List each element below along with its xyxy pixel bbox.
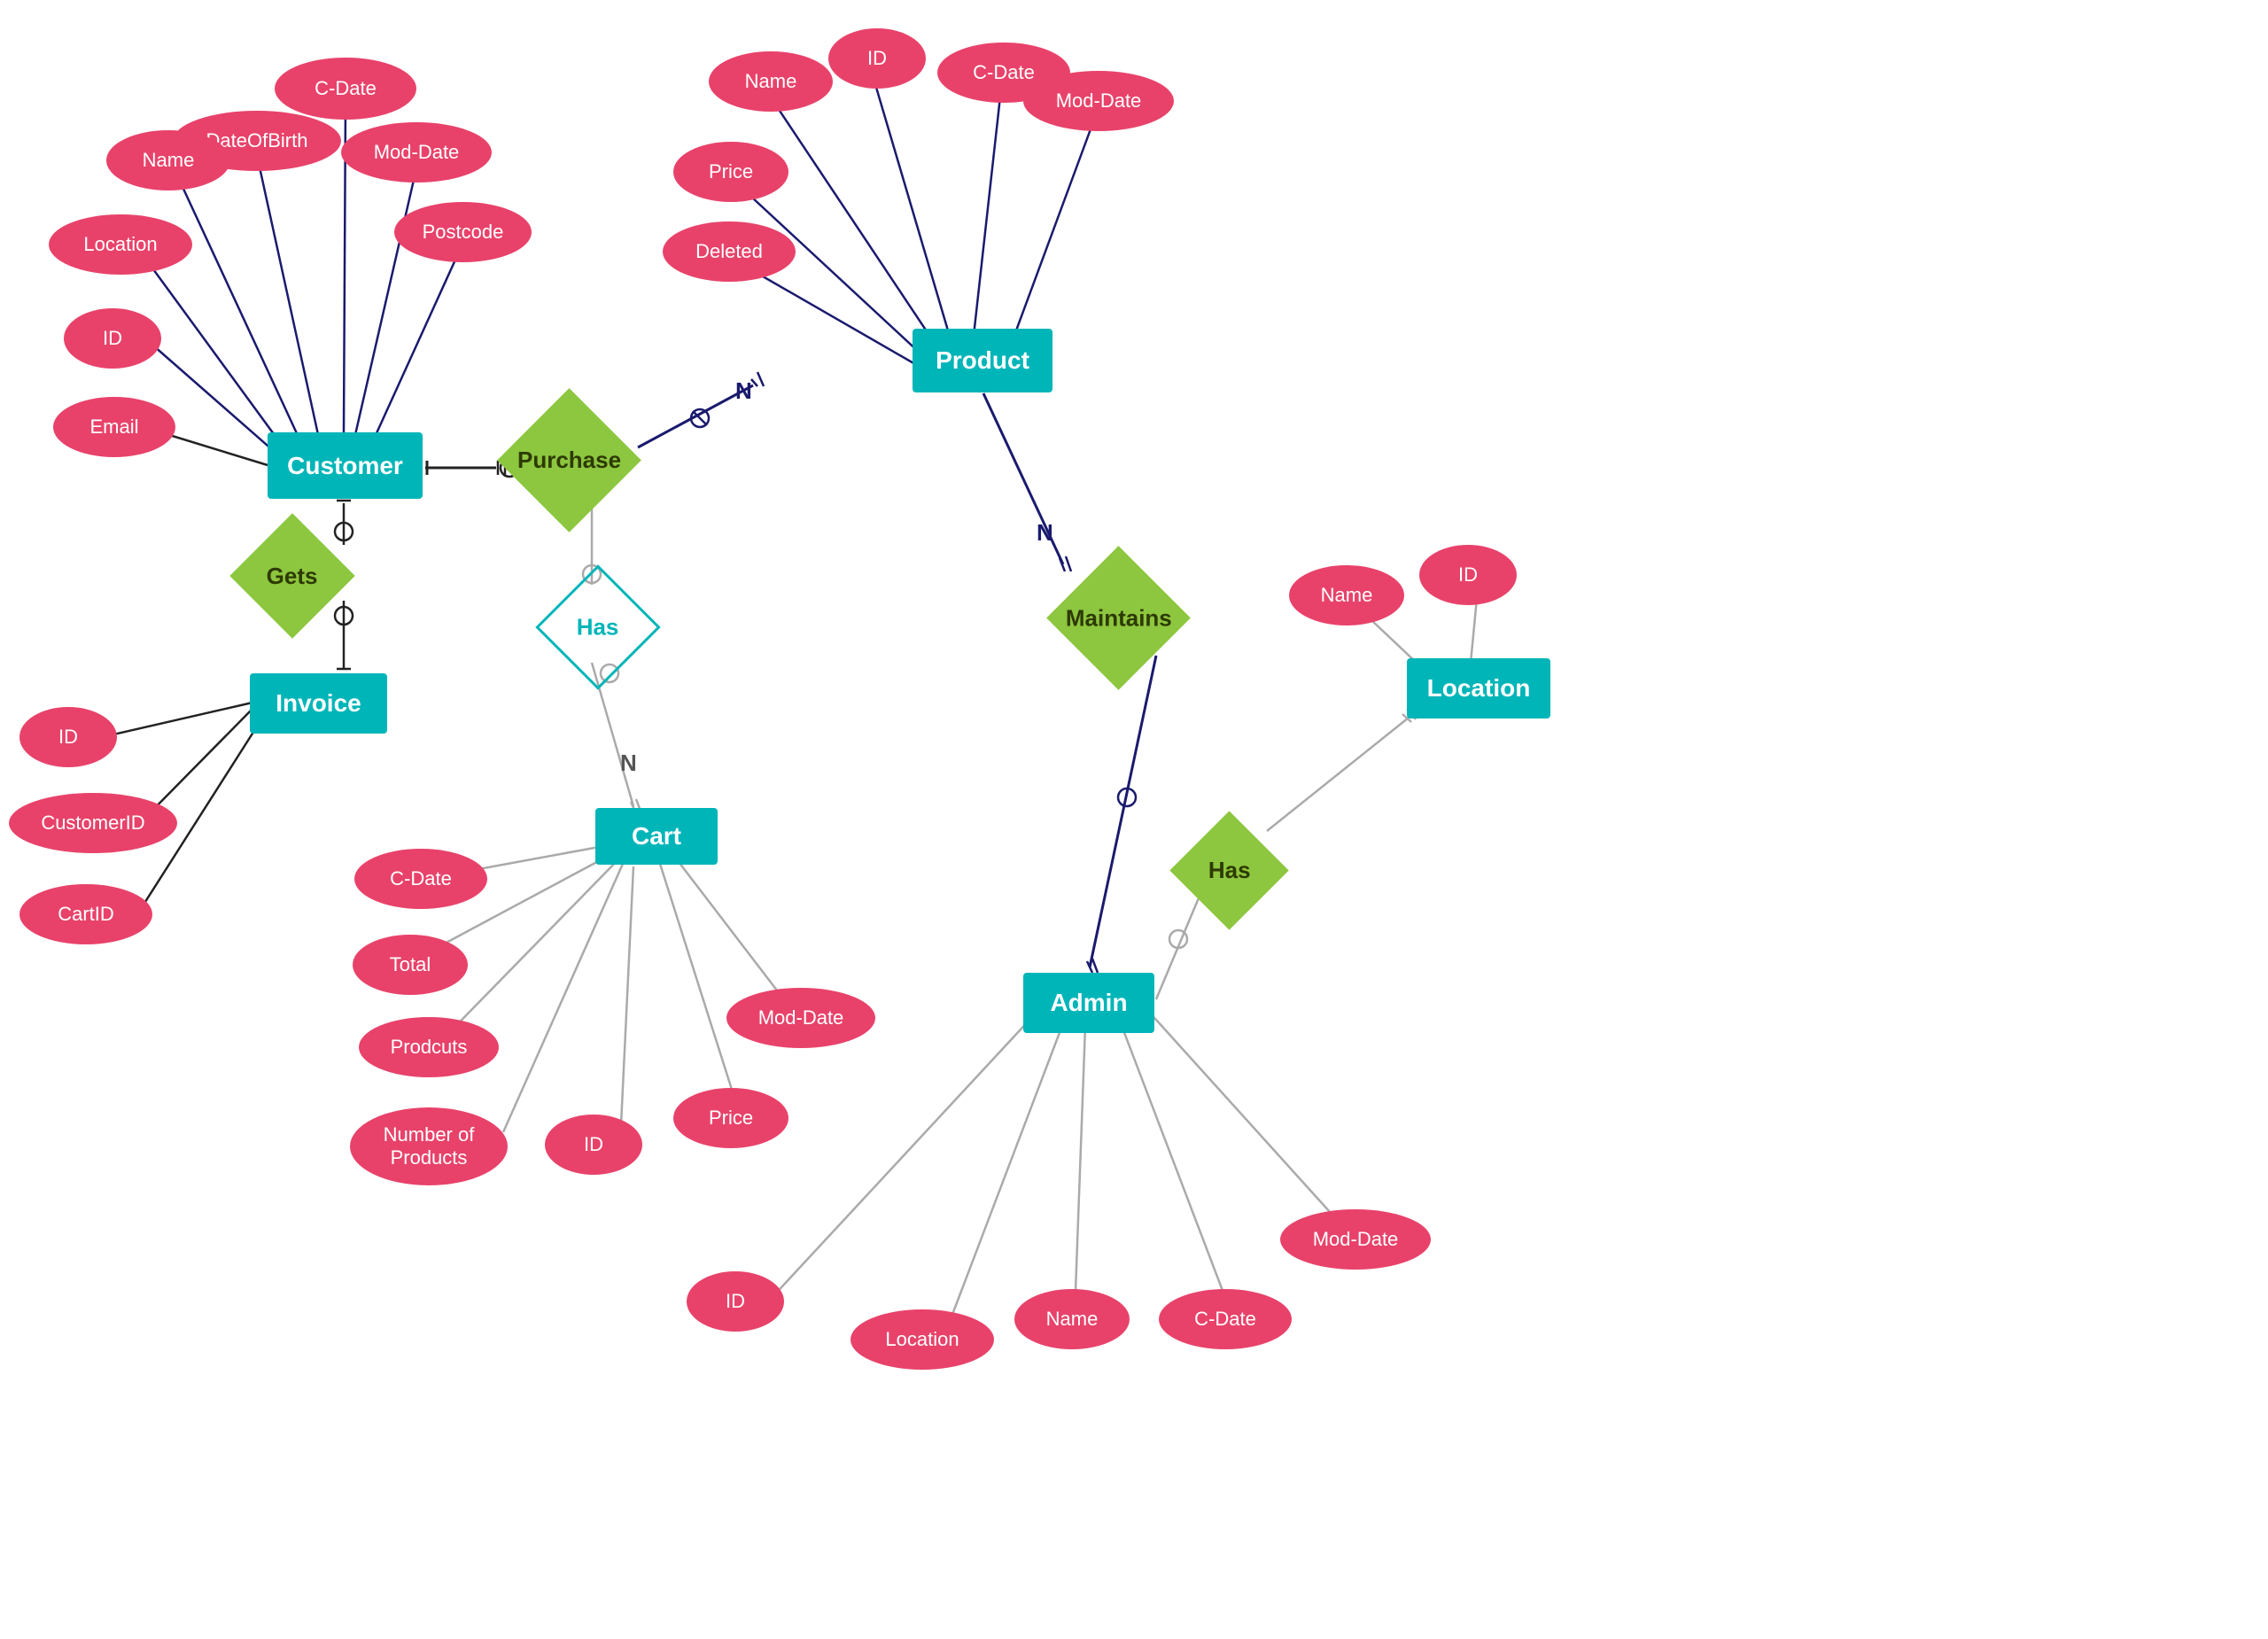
attr-product-name: Name bbox=[709, 51, 833, 112]
entity-admin-label: Admin bbox=[1050, 989, 1127, 1017]
attr-cart-cdate: C-Date bbox=[354, 849, 487, 909]
attr-cart-products: Prodcuts bbox=[359, 1017, 499, 1077]
entity-cart: Cart bbox=[595, 808, 718, 865]
attr-product-deleted: Deleted bbox=[663, 221, 796, 282]
entity-customer-label: Customer bbox=[287, 452, 403, 480]
entity-product-label: Product bbox=[936, 346, 1029, 375]
attr-location-name: Name bbox=[1289, 565, 1404, 625]
attr-customer-id: ID bbox=[64, 308, 161, 369]
entity-admin: Admin bbox=[1023, 973, 1154, 1033]
attr-cart-price: Price bbox=[673, 1088, 788, 1148]
rel-has-cart-label: Has bbox=[577, 613, 619, 641]
rel-gets-label: Gets bbox=[267, 563, 318, 590]
attr-customer-email: Email bbox=[53, 397, 175, 457]
entity-cart-label: Cart bbox=[632, 822, 681, 851]
entity-product: Product bbox=[913, 329, 1052, 392]
entity-invoice-label: Invoice bbox=[276, 689, 361, 718]
attr-cart-total: Total bbox=[353, 935, 468, 995]
attr-admin-id: ID bbox=[687, 1271, 784, 1332]
svg-text:N: N bbox=[620, 750, 637, 776]
attr-customer-postcode: Postcode bbox=[394, 202, 532, 262]
attr-customer-cdate: C-Date bbox=[275, 58, 416, 120]
attr-cart-numproducts: Number of Products bbox=[350, 1107, 508, 1185]
attr-cart-id: ID bbox=[545, 1115, 642, 1175]
attr-invoice-cartid: CartID bbox=[19, 884, 152, 944]
svg-text:N: N bbox=[1037, 519, 1053, 546]
entity-location: Location bbox=[1407, 658, 1550, 719]
entity-invoice: Invoice bbox=[250, 673, 387, 734]
attr-customer-location: Location bbox=[49, 214, 192, 275]
attr-invoice-customerid: CustomerID bbox=[9, 793, 177, 853]
attr-admin-location: Location bbox=[850, 1309, 994, 1370]
attr-invoice-id: ID bbox=[19, 707, 117, 767]
attr-admin-name: Name bbox=[1014, 1289, 1130, 1349]
rel-purchase-label: Purchase bbox=[517, 447, 621, 474]
attr-customer-moddate: Mod-Date bbox=[341, 122, 492, 183]
rel-has-loc-label: Has bbox=[1208, 857, 1251, 884]
attr-admin-moddate: Mod-Date bbox=[1280, 1209, 1431, 1270]
rel-maintains-label: Maintains bbox=[1066, 604, 1172, 632]
attr-product-price: Price bbox=[673, 142, 788, 202]
entity-location-label: Location bbox=[1427, 674, 1531, 703]
attr-admin-cdate: C-Date bbox=[1159, 1289, 1292, 1349]
entity-customer: Customer bbox=[268, 432, 423, 499]
svg-text:N: N bbox=[735, 377, 752, 404]
attr-product-moddate: Mod-Date bbox=[1023, 71, 1174, 131]
attr-location-id: ID bbox=[1419, 545, 1517, 605]
attr-customer-name: Name bbox=[106, 130, 230, 190]
attr-cart-moddate: Mod-Date bbox=[726, 988, 875, 1048]
attr-product-id: ID bbox=[828, 28, 926, 89]
